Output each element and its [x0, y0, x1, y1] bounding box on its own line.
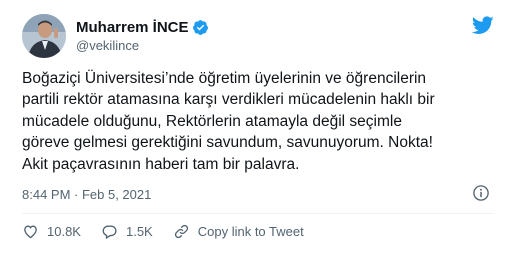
tweet-actions: 10.8K 1.5K Copy link to Tweet [22, 221, 324, 241]
reply-button[interactable]: 1.5K [101, 223, 153, 240]
twitter-bird-icon[interactable] [472, 16, 494, 35]
tweet-card: Muharrem İNCE @vekilince Boğaziçi Üniver… [0, 0, 516, 258]
tweet-header: Muharrem İNCE @vekilince [22, 14, 494, 58]
link-icon [174, 224, 188, 238]
tweet-timestamp[interactable]: 8:44 PM · Feb 5, 2021 [22, 187, 151, 202]
author-handle[interactable]: @vekilince [76, 38, 209, 53]
heart-icon [24, 225, 37, 238]
reply-count: 1.5K [125, 223, 153, 239]
verified-badge-icon [192, 19, 209, 36]
like-button[interactable]: 10.8K [22, 223, 81, 240]
reply-bubble-icon [102, 225, 117, 239]
tweet-text: Boğaziçi Üniversitesi’nde öğretim üyeler… [22, 70, 435, 173]
like-count: 10.8K [47, 223, 81, 239]
info-icon[interactable] [472, 184, 490, 202]
author-name[interactable]: Muharrem İNCE [76, 19, 189, 36]
author-info: Muharrem İNCE @vekilince [76, 18, 209, 53]
copy-link-label: Copy link to Tweet [197, 223, 304, 239]
tweet-meta: 8:44 PM · Feb 5, 2021 [22, 184, 494, 204]
avatar[interactable] [22, 14, 66, 58]
copy-link-button[interactable]: Copy link to Tweet [173, 223, 304, 240]
divider [22, 213, 494, 214]
